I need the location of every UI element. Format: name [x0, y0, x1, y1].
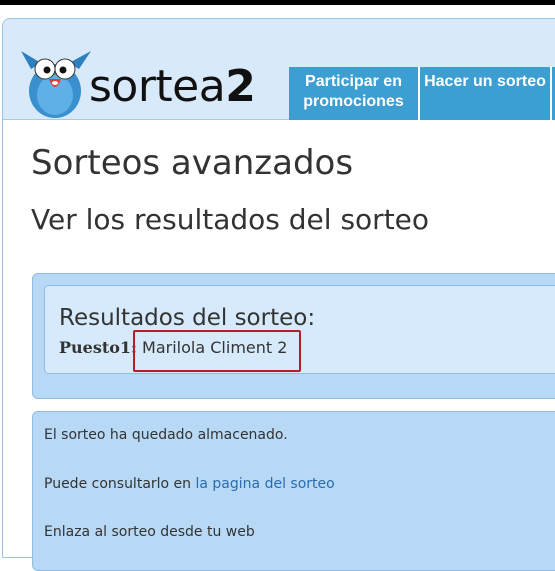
logo-digit: 2 — [225, 61, 256, 112]
saved-message: El sorteo ha quedado almacenado. — [44, 427, 288, 443]
results-heading: Resultados del sorteo: — [59, 305, 316, 331]
main-nav: Participar en promociones Hacer un sorte… — [289, 67, 555, 120]
winner-highlight-box — [133, 330, 301, 372]
consult-text: Puede consultarlo en — [44, 476, 192, 492]
result-position-label: Puesto1: — [59, 338, 137, 357]
embed-message: Enlaza al sorteo desde tu web — [44, 524, 255, 540]
logo-name: sortea — [89, 61, 226, 112]
nav-participar[interactable]: Participar en promociones — [289, 67, 420, 120]
page-title: Sorteos avanzados — [31, 143, 354, 183]
draw-page-link[interactable]: la pagina del sorteo — [196, 476, 335, 492]
page-subtitle: Ver los resultados del sorteo — [31, 203, 430, 236]
logo-wordmark[interactable]: sortea2 — [89, 65, 256, 109]
consult-message: Puede consultarlo en la pagina del sorte… — [44, 477, 335, 491]
top-black-bar — [0, 0, 555, 5]
nav-hacer-sorteo[interactable]: Hacer un sorteo — [420, 67, 552, 120]
logo-mascot-icon[interactable] — [17, 47, 95, 123]
site-header: sortea2 Participar en promociones Hacer … — [3, 19, 555, 120]
